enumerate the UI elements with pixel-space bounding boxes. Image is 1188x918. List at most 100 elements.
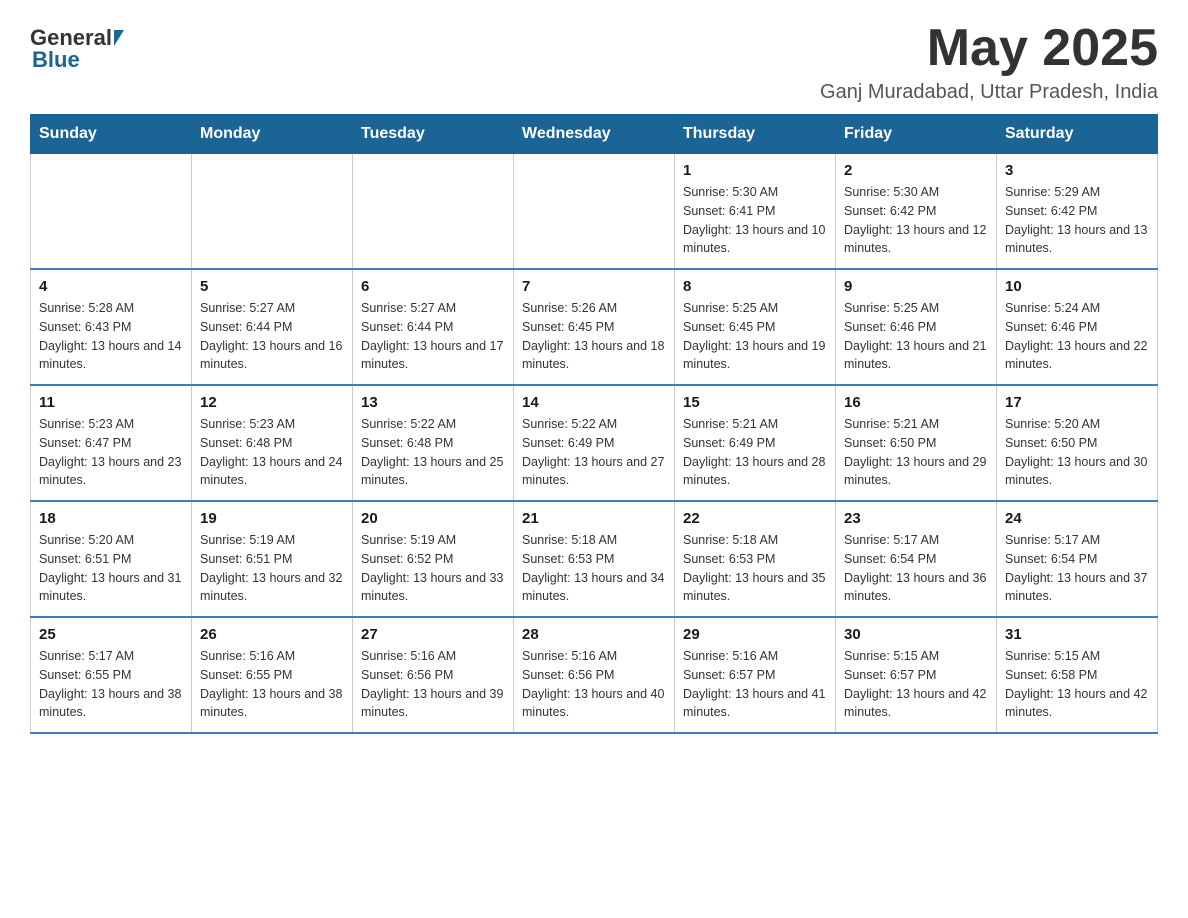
- header-cell-saturday: Saturday: [997, 115, 1158, 154]
- calendar-cell: 26Sunrise: 5:16 AM Sunset: 6:55 PM Dayli…: [192, 617, 353, 733]
- calendar-cell: 30 Sunrise: 5:15 AM Sunset: 6:57 PM Dayli…: [836, 617, 997, 733]
- day-info: Sunrise: 5:16 AM Sunset: 6:56 PM Dayligh…: [522, 647, 666, 722]
- day-info: Sunrise: 5:15 AM Sunset: 6:58 PM Dayligh…: [1005, 647, 1149, 722]
- header-cell-tuesday: Tuesday: [353, 115, 514, 154]
- calendar-cell: 25Sunrise: 5:17 AM Sunset: 6:55 PM Dayli…: [31, 617, 192, 733]
- logo-triangle-icon: [114, 30, 124, 46]
- day-info: Sunrise: 5:22 AM Sunset: 6:48 PM Dayligh…: [361, 415, 505, 490]
- calendar-cell: 11 Sunrise: 5:23 AM Sunset: 6:47 PM Dayli…: [31, 385, 192, 501]
- day-info: Sunrise: 5:24 AM Sunset: 6:46 PM Dayligh…: [1005, 299, 1149, 374]
- calendar-cell: 18 Sunrise: 5:20 AM Sunset: 6:51 PM Dayli…: [31, 501, 192, 617]
- day-number: 5: [200, 278, 344, 295]
- calendar-cell: [514, 154, 675, 270]
- calendar-cell: 23 Sunrise: 5:17 AM Sunset: 6:54 PM Dayli…: [836, 501, 997, 617]
- day-number: 8: [683, 278, 827, 295]
- calendar-table: SundayMondayTuesdayWednesdayThursdayFrid…: [30, 114, 1158, 734]
- calendar-cell: 8Sunrise: 5:25 AM Sunset: 6:45 PM Daylig…: [675, 269, 836, 385]
- header-cell-friday: Friday: [836, 115, 997, 154]
- calendar-cell: 27 Sunrise: 5:16 AM Sunset: 6:56 PM Dayli…: [353, 617, 514, 733]
- day-number: 22: [683, 510, 827, 527]
- day-number: 3: [1005, 162, 1149, 179]
- day-number: 29: [683, 626, 827, 643]
- day-info: Sunrise: 5:21 AM Sunset: 6:49 PM Dayligh…: [683, 415, 827, 490]
- day-number: 18: [39, 510, 183, 527]
- day-number: 31: [1005, 626, 1149, 643]
- day-number: 19: [200, 510, 344, 527]
- header-cell-thursday: Thursday: [675, 115, 836, 154]
- calendar-cell: 6 Sunrise: 5:27 AM Sunset: 6:44 PM Daylig…: [353, 269, 514, 385]
- header-cell-wednesday: Wednesday: [514, 115, 675, 154]
- day-number: 17: [1005, 394, 1149, 411]
- calendar-cell: 5 Sunrise: 5:27 AM Sunset: 6:44 PM Daylig…: [192, 269, 353, 385]
- day-number: 11: [39, 394, 183, 411]
- day-number: 30: [844, 626, 988, 643]
- calendar-cell: 17 Sunrise: 5:20 AM Sunset: 6:50 PM Dayli…: [997, 385, 1158, 501]
- day-number: 24: [1005, 510, 1149, 527]
- day-info: Sunrise: 5:20 AM Sunset: 6:50 PM Dayligh…: [1005, 415, 1149, 490]
- day-info: Sunrise: 5:17 AM Sunset: 6:54 PM Dayligh…: [1005, 531, 1149, 606]
- day-number: 9: [844, 278, 988, 295]
- header-row: SundayMondayTuesdayWednesdayThursdayFrid…: [31, 115, 1158, 154]
- calendar-cell: 10 Sunrise: 5:24 AM Sunset: 6:46 PM Dayli…: [997, 269, 1158, 385]
- header-cell-monday: Monday: [192, 115, 353, 154]
- calendar-cell: 20Sunrise: 5:19 AM Sunset: 6:52 PM Dayli…: [353, 501, 514, 617]
- day-number: 23: [844, 510, 988, 527]
- day-number: 16: [844, 394, 988, 411]
- day-info: Sunrise: 5:19 AM Sunset: 6:51 PM Dayligh…: [200, 531, 344, 606]
- day-number: 6: [361, 278, 505, 295]
- calendar-week-4: 18 Sunrise: 5:20 AM Sunset: 6:51 PM Dayli…: [31, 501, 1158, 617]
- day-info: Sunrise: 5:29 AM Sunset: 6:42 PM Dayligh…: [1005, 183, 1149, 258]
- day-info: Sunrise: 5:21 AM Sunset: 6:50 PM Dayligh…: [844, 415, 988, 490]
- calendar-cell: 19 Sunrise: 5:19 AM Sunset: 6:51 PM Dayli…: [192, 501, 353, 617]
- day-number: 10: [1005, 278, 1149, 295]
- day-info: Sunrise: 5:18 AM Sunset: 6:53 PM Dayligh…: [522, 531, 666, 606]
- day-info: Sunrise: 5:26 AM Sunset: 6:45 PM Dayligh…: [522, 299, 666, 374]
- calendar-header: SundayMondayTuesdayWednesdayThursdayFrid…: [31, 115, 1158, 154]
- day-number: 13: [361, 394, 505, 411]
- calendar-cell: 13 Sunrise: 5:22 AM Sunset: 6:48 PM Dayli…: [353, 385, 514, 501]
- calendar-week-1: 1Sunrise: 5:30 AM Sunset: 6:41 PM Daylig…: [31, 154, 1158, 270]
- day-info: Sunrise: 5:16 AM Sunset: 6:55 PM Dayligh…: [200, 647, 344, 722]
- title-section: May 2025 Ganj Muradabad, Uttar Pradesh, …: [820, 20, 1158, 104]
- calendar-cell: 28 Sunrise: 5:16 AM Sunset: 6:56 PM Dayli…: [514, 617, 675, 733]
- calendar-cell: 21 Sunrise: 5:18 AM Sunset: 6:53 PM Dayli…: [514, 501, 675, 617]
- calendar-cell: 15 Sunrise: 5:21 AM Sunset: 6:49 PM Dayli…: [675, 385, 836, 501]
- calendar-cell: 24 Sunrise: 5:17 AM Sunset: 6:54 PM Dayli…: [997, 501, 1158, 617]
- day-number: 28: [522, 626, 666, 643]
- day-number: 27: [361, 626, 505, 643]
- logo: General Blue: [30, 20, 126, 73]
- page-header: General Blue May 2025 Ganj Muradabad, Ut…: [30, 20, 1158, 104]
- day-info: Sunrise: 5:20 AM Sunset: 6:51 PM Dayligh…: [39, 531, 183, 606]
- day-info: Sunrise: 5:17 AM Sunset: 6:54 PM Dayligh…: [844, 531, 988, 606]
- header-cell-sunday: Sunday: [31, 115, 192, 154]
- day-info: Sunrise: 5:15 AM Sunset: 6:57 PM Dayligh…: [844, 647, 988, 722]
- calendar-cell: 29Sunrise: 5:16 AM Sunset: 6:57 PM Dayli…: [675, 617, 836, 733]
- day-number: 15: [683, 394, 827, 411]
- calendar-cell: [192, 154, 353, 270]
- day-info: Sunrise: 5:16 AM Sunset: 6:56 PM Dayligh…: [361, 647, 505, 722]
- calendar-cell: 3 Sunrise: 5:29 AM Sunset: 6:42 PM Daylig…: [997, 154, 1158, 270]
- day-info: Sunrise: 5:25 AM Sunset: 6:46 PM Dayligh…: [844, 299, 988, 374]
- calendar-week-5: 25Sunrise: 5:17 AM Sunset: 6:55 PM Dayli…: [31, 617, 1158, 733]
- day-info: Sunrise: 5:27 AM Sunset: 6:44 PM Dayligh…: [200, 299, 344, 374]
- day-info: Sunrise: 5:27 AM Sunset: 6:44 PM Dayligh…: [361, 299, 505, 374]
- day-info: Sunrise: 5:23 AM Sunset: 6:47 PM Dayligh…: [39, 415, 183, 490]
- calendar-cell: 7 Sunrise: 5:26 AM Sunset: 6:45 PM Daylig…: [514, 269, 675, 385]
- day-number: 7: [522, 278, 666, 295]
- day-info: Sunrise: 5:28 AM Sunset: 6:43 PM Dayligh…: [39, 299, 183, 374]
- day-number: 21: [522, 510, 666, 527]
- calendar-cell: [353, 154, 514, 270]
- day-number: 14: [522, 394, 666, 411]
- day-info: Sunrise: 5:23 AM Sunset: 6:48 PM Dayligh…: [200, 415, 344, 490]
- day-number: 2: [844, 162, 988, 179]
- day-info: Sunrise: 5:18 AM Sunset: 6:53 PM Dayligh…: [683, 531, 827, 606]
- calendar-cell: 2Sunrise: 5:30 AM Sunset: 6:42 PM Daylig…: [836, 154, 997, 270]
- day-info: Sunrise: 5:17 AM Sunset: 6:55 PM Dayligh…: [39, 647, 183, 722]
- calendar-cell: 31 Sunrise: 5:15 AM Sunset: 6:58 PM Dayli…: [997, 617, 1158, 733]
- calendar-cell: 22 Sunrise: 5:18 AM Sunset: 6:53 PM Dayli…: [675, 501, 836, 617]
- calendar-cell: 16 Sunrise: 5:21 AM Sunset: 6:50 PM Dayli…: [836, 385, 997, 501]
- day-number: 20: [361, 510, 505, 527]
- calendar-cell: 9 Sunrise: 5:25 AM Sunset: 6:46 PM Daylig…: [836, 269, 997, 385]
- calendar-cell: 14Sunrise: 5:22 AM Sunset: 6:49 PM Dayli…: [514, 385, 675, 501]
- day-number: 1: [683, 162, 827, 179]
